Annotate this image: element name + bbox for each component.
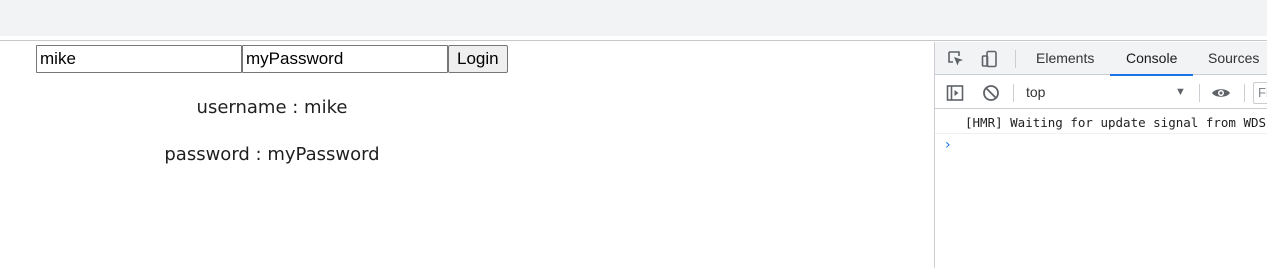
tab-elements[interactable]: Elements xyxy=(1036,42,1094,75)
toolbar-separator xyxy=(1015,50,1016,68)
username-output: username : mike xyxy=(196,97,348,118)
username-input[interactable] xyxy=(36,45,242,73)
tab-console[interactable]: Console xyxy=(1109,42,1194,76)
page-viewport: Login username : mike password : myPassw… xyxy=(0,42,934,268)
console-message: [HMR] Waiting for update signal from WDS… xyxy=(935,110,1267,134)
console-toolbar: top ▼ Fi xyxy=(935,76,1267,109)
login-button[interactable]: Login xyxy=(448,45,508,73)
toolbar-separator xyxy=(1013,84,1014,102)
password-output: password : myPassword xyxy=(164,144,380,165)
device-toolbar-icon[interactable] xyxy=(979,48,1001,70)
context-dropdown-icon[interactable]: ▼ xyxy=(1175,76,1186,109)
live-expression-eye-icon[interactable] xyxy=(1210,82,1232,104)
inspect-element-icon[interactable] xyxy=(945,48,967,70)
show-sidebar-icon[interactable] xyxy=(944,82,966,104)
context-selector[interactable]: top xyxy=(1026,76,1045,109)
clear-console-icon[interactable] xyxy=(980,82,1002,104)
console-prompt-icon[interactable]: › xyxy=(945,137,951,153)
console-message-text: [HMR] Waiting for update signal from WDS… xyxy=(965,115,1267,130)
toolbar-separator xyxy=(1199,84,1200,102)
filter-input[interactable]: Fi xyxy=(1253,82,1267,104)
browser-divider xyxy=(0,36,1267,41)
password-input[interactable] xyxy=(242,45,448,73)
devtools-tab-bar: Elements Console Sources xyxy=(935,42,1267,76)
toolbar-separator xyxy=(1244,84,1245,102)
tab-sources[interactable]: Sources xyxy=(1208,42,1259,75)
login-form: Login xyxy=(36,45,508,73)
devtools-panel: Elements Console Sources top ▼ F [HMR] W… xyxy=(934,42,1267,268)
browser-top-strip xyxy=(0,0,1267,36)
